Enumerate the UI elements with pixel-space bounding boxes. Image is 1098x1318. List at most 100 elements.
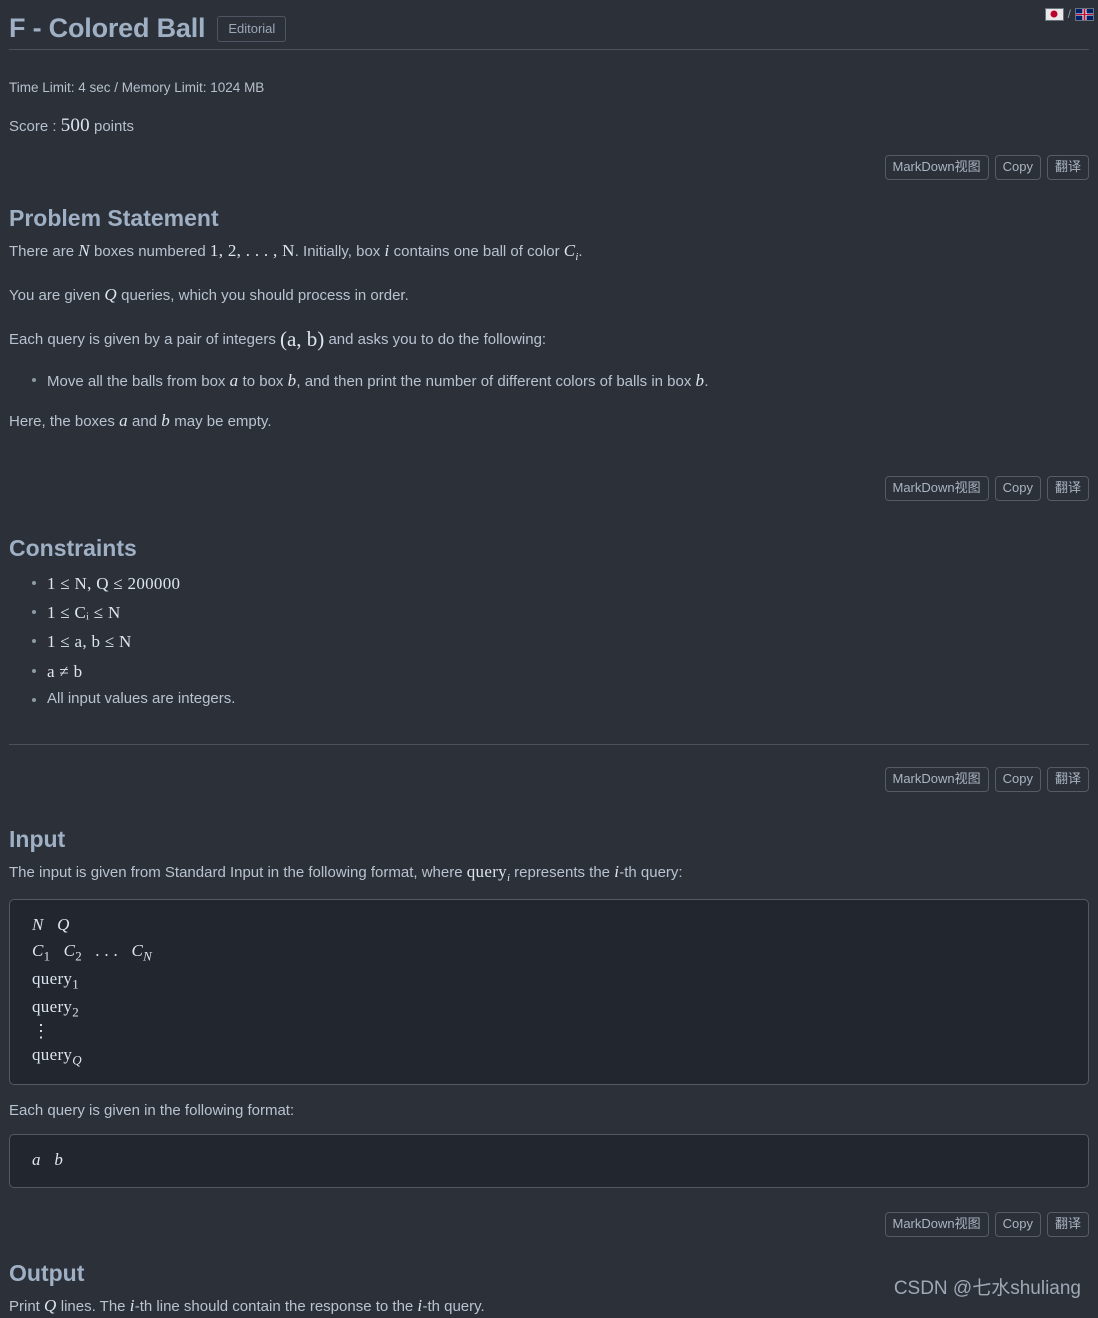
code-a: a bbox=[32, 1150, 41, 1170]
statement-paragraph-2: You are given Q queries, which you shoul… bbox=[9, 283, 1089, 308]
text-frag: Here, the boxes bbox=[9, 413, 120, 431]
markdown-view-button[interactable]: MarkDown视图 bbox=[884, 475, 989, 502]
list-item: Move all the balls from box a to box b, … bbox=[32, 368, 1089, 394]
text-frag: represents the bbox=[509, 863, 615, 881]
math-sequence: 1, 2, . . . , N bbox=[209, 241, 295, 261]
toolbar-statement: MarkDown视图 Copy 翻译 bbox=[9, 155, 1089, 181]
text-frag: boxes numbered bbox=[89, 243, 210, 261]
translate-button[interactable]: 翻译 bbox=[1046, 475, 1089, 502]
markdown-view-button[interactable]: MarkDown视图 bbox=[884, 1211, 989, 1238]
query-format-block: a b bbox=[9, 1134, 1089, 1188]
editorial-button[interactable]: Editorial bbox=[217, 15, 287, 42]
text-frag: -th query. bbox=[422, 1297, 485, 1315]
copy-button[interactable]: Copy bbox=[994, 475, 1041, 502]
uk-flag-icon[interactable] bbox=[1075, 7, 1094, 21]
language-switcher[interactable]: / bbox=[1044, 7, 1094, 21]
query-format-label: Each query is given in the following for… bbox=[9, 1101, 295, 1119]
text-frag: There are bbox=[9, 243, 79, 261]
title-row: F - Colored Ball Editorial bbox=[9, 0, 1089, 49]
score-value: 500 bbox=[60, 115, 90, 136]
text-frag: to box bbox=[238, 372, 288, 390]
lang-separator: / bbox=[1067, 7, 1071, 21]
list-item: 1 ≤ Cᵢ ≤ N bbox=[32, 598, 1089, 627]
math-a2: a bbox=[119, 411, 128, 431]
constraint-text: 1 ≤ a, b ≤ N bbox=[47, 632, 132, 652]
input-format-block: N Q C1 C2 . . . CN query1 query2 ⋮ queryQ bbox=[9, 899, 1089, 1085]
translate-button[interactable]: 翻译 bbox=[1046, 155, 1089, 181]
text-frag: . bbox=[578, 243, 583, 261]
text-frag: Each query is given by a pair of integer… bbox=[9, 331, 280, 349]
code-cn: C bbox=[131, 940, 144, 960]
constraints-list: 1 ≤ N, Q ≤ 200000 1 ≤ Cᵢ ≤ N 1 ≤ a, b ≤ … bbox=[9, 569, 1089, 712]
code-c1-sub: 1 bbox=[43, 948, 51, 964]
math-c: C bbox=[563, 241, 576, 261]
constraint-text: All input values are integers. bbox=[47, 689, 236, 707]
copy-button[interactable]: Copy bbox=[994, 1211, 1041, 1238]
limits-text: Time Limit: 4 sec / Memory Limit: 1024 M… bbox=[9, 80, 265, 95]
text-frag: You are given bbox=[9, 286, 105, 304]
code-queryq-sub: Q bbox=[72, 1052, 82, 1068]
code-b: b bbox=[54, 1150, 64, 1170]
text-frag: may be empty. bbox=[170, 413, 272, 431]
text-frag: and bbox=[127, 413, 162, 431]
list-item: 1 ≤ N, Q ≤ 200000 bbox=[32, 569, 1089, 598]
page-title: F - Colored Ball bbox=[9, 13, 206, 43]
copy-button[interactable]: Copy bbox=[994, 766, 1041, 792]
math-pair-ab: (a, b) bbox=[279, 327, 325, 352]
translate-button[interactable]: 翻译 bbox=[1046, 1211, 1089, 1238]
code-queryq: query bbox=[32, 1044, 73, 1064]
code-q: Q bbox=[57, 915, 70, 935]
math-query: query bbox=[466, 861, 507, 881]
toolbar-constraints: MarkDown视图 Copy 翻译 bbox=[9, 475, 1089, 502]
problem-statement-section: Problem Statement There are N boxes numb… bbox=[9, 204, 1089, 433]
output-description: Print Q lines. The i-th line should cont… bbox=[9, 1294, 1089, 1318]
math-q: Q bbox=[44, 1295, 57, 1315]
list-item: a ≠ b bbox=[32, 657, 1089, 686]
constraint-text: 1 ≤ N, Q ≤ 200000 bbox=[47, 573, 181, 593]
constraint-text: 1 ≤ Cᵢ ≤ N bbox=[47, 603, 121, 623]
markdown-view-button[interactable]: MarkDown视图 bbox=[884, 766, 989, 792]
constraints-section: Constraints 1 ≤ N, Q ≤ 200000 1 ≤ Cᵢ ≤ N… bbox=[9, 534, 1089, 711]
text-frag: Print bbox=[9, 1297, 45, 1315]
code-cn-sub: N bbox=[143, 948, 152, 964]
math-n: N bbox=[78, 241, 90, 261]
list-item: All input values are integers. bbox=[32, 686, 1089, 712]
copy-button[interactable]: Copy bbox=[994, 155, 1041, 181]
code-ellipsis: . . . bbox=[95, 940, 118, 960]
text-frag: Move all the balls from box bbox=[47, 372, 230, 390]
text-frag: , and then print the number of different… bbox=[296, 372, 696, 390]
translate-button[interactable]: 翻译 bbox=[1046, 766, 1089, 792]
text-frag: queries, which you should process in ord… bbox=[116, 286, 409, 304]
text-frag: lines. The bbox=[56, 1297, 130, 1315]
code-query2-sub: 2 bbox=[72, 1004, 79, 1020]
input-description: The input is given from Standard Input i… bbox=[9, 860, 1089, 887]
text-frag: and asks you to do the following: bbox=[324, 331, 547, 349]
output-heading: Output bbox=[9, 1260, 85, 1287]
toolbar-output: MarkDown视图 Copy 翻译 bbox=[9, 1211, 1089, 1238]
output-section: Output Print Q lines. The i-th line shou… bbox=[9, 1259, 1089, 1318]
constraints-divider bbox=[9, 743, 1089, 745]
score-prefix: Score : bbox=[9, 118, 57, 135]
text-frag: contains one ball of color bbox=[389, 243, 564, 261]
code-vertical-dots: ⋮ bbox=[32, 1020, 50, 1041]
list-item: 1 ≤ a, b ≤ N bbox=[32, 627, 1089, 656]
statement-paragraph-4: Here, the boxes a and b may be empty. bbox=[9, 409, 1089, 434]
math-q: Q bbox=[104, 284, 117, 304]
statement-paragraph-3: Each query is given by a pair of integer… bbox=[9, 324, 1089, 354]
statement-paragraph-1: There are N boxes numbered 1, 2, . . . ,… bbox=[9, 239, 1089, 266]
math-b3: b bbox=[161, 411, 171, 431]
score-line: Score : 500 points bbox=[9, 115, 1089, 137]
input-section: Input The input is given from Standard I… bbox=[9, 825, 1089, 1188]
japan-flag-icon[interactable] bbox=[1044, 7, 1064, 21]
problem-statement-heading: Problem Statement bbox=[9, 205, 219, 232]
code-query2: query bbox=[32, 996, 73, 1016]
constraints-heading: Constraints bbox=[9, 535, 137, 562]
markdown-view-button[interactable]: MarkDown视图 bbox=[884, 155, 989, 181]
code-query1: query bbox=[32, 968, 73, 988]
code-c2-sub: 2 bbox=[75, 948, 82, 964]
text-frag: . Initially, box bbox=[294, 243, 385, 261]
text-frag: . bbox=[704, 372, 709, 390]
code-c1: C bbox=[32, 940, 44, 960]
text-frag: -th line should contain the response to … bbox=[134, 1297, 418, 1315]
